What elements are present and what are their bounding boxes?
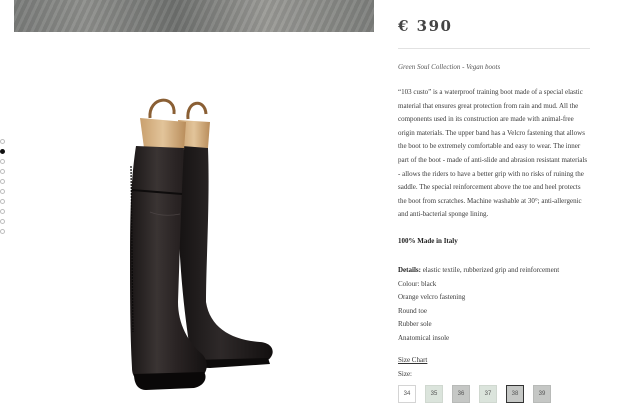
size-selector: 34 35 36 37 38 39 [398, 385, 551, 403]
gallery-dot[interactable] [0, 229, 5, 234]
feature-item: Orange velcro fastening [398, 293, 466, 302]
size-option-37[interactable]: 37 [479, 385, 497, 403]
made-in-italy: 100% Made in Italy [398, 237, 458, 245]
collection-label: Green Soul Collection - Vegan boots [398, 63, 501, 71]
gallery-dot[interactable] [0, 199, 5, 204]
size-option-39[interactable]: 39 [533, 385, 551, 403]
product-details: Details: elastic textile, rubberized gri… [398, 264, 559, 346]
size-option-38-selected[interactable]: 38 [506, 385, 524, 403]
size-chart-link[interactable]: Size Chart [398, 356, 427, 364]
feature-item: Round toe [398, 306, 427, 315]
boots-product-image [130, 98, 273, 390]
details-text: elastic textile, rubberized grip and rei… [420, 266, 560, 274]
gallery-dot[interactable] [0, 189, 5, 194]
size-option-35[interactable]: 35 [425, 385, 443, 403]
product-description: “103 custo” is a waterproof training boo… [398, 88, 588, 219]
gallery-dot[interactable] [0, 139, 5, 144]
feature-item: Anatomical insole [398, 333, 450, 342]
gallery-dot-active[interactable] [0, 149, 5, 154]
colour-line: Colour: black [398, 279, 437, 288]
details-label: Details: [398, 266, 421, 274]
gallery-dot[interactable] [0, 219, 5, 224]
gallery-dots [0, 139, 6, 239]
gallery-dot[interactable] [0, 159, 5, 164]
size-label: Size: [398, 370, 412, 378]
gallery-dot[interactable] [0, 169, 5, 174]
product-image-top [14, 0, 374, 32]
size-option-36[interactable]: 36 [452, 385, 470, 403]
divider [398, 48, 590, 49]
gallery-dot[interactable] [0, 179, 5, 184]
gallery-dot[interactable] [0, 209, 5, 214]
details-line: Details: elastic textile, rubberized gri… [398, 264, 559, 278]
product-price: € 390 [398, 17, 453, 35]
feature-item: Rubber sole [398, 320, 432, 329]
size-option-34[interactable]: 34 [398, 385, 416, 403]
